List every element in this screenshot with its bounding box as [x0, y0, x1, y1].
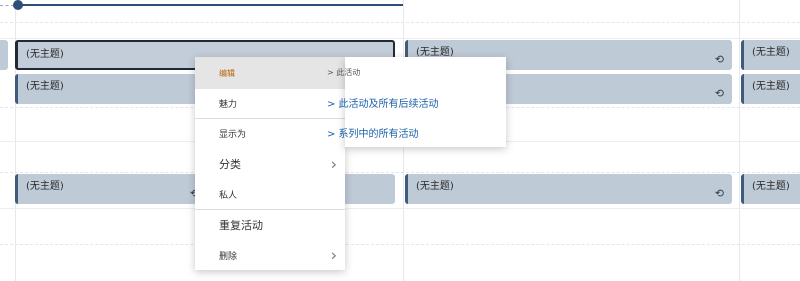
- menu-item-label: 私人: [219, 190, 238, 201]
- chevron-right-icon: ›: [330, 245, 337, 265]
- repeat-icon: ⟲: [714, 87, 724, 100]
- menu-item-edit[interactable]: 编辑: [195, 57, 345, 89]
- menu-item-charm[interactable]: 魅力: [195, 89, 345, 118]
- submenu-item-all-in-series[interactable]: > 系列中的所有活动: [327, 117, 506, 147]
- event-title: (无主题): [752, 81, 790, 92]
- calendar-event[interactable]: (无主题): [741, 174, 800, 204]
- submenu-item-this-and-following[interactable]: > 此活动及所有后续活动: [327, 87, 506, 117]
- calendar-event[interactable]: (无主题) ⟲: [405, 174, 732, 204]
- event-title: (无主题): [752, 181, 790, 192]
- half-hour-line: [0, 22, 800, 23]
- repeat-icon: ⟲: [714, 53, 724, 66]
- menu-item-label: 编辑: [219, 68, 235, 78]
- calendar-event[interactable]: (无主题): [741, 40, 800, 70]
- current-time-dot: [13, 0, 23, 10]
- half-hour-line: [0, 172, 800, 173]
- menu-item-repeat[interactable]: 重复活动: [195, 210, 345, 240]
- menu-item-label: 魅力: [219, 100, 238, 110]
- menu-item-label: 分类: [219, 158, 241, 171]
- current-time-dashes: [0, 5, 14, 6]
- calendar-event-fragment[interactable]: [0, 40, 8, 70]
- menu-item-label: 删除: [219, 251, 238, 262]
- repeat-icon: ⟲: [714, 187, 724, 200]
- calendar-event[interactable]: (无主题): [741, 74, 800, 104]
- current-time-line: [18, 4, 403, 6]
- submenu-item-label: > 系列中的所有活动: [327, 128, 419, 140]
- menu-item-label: 重复活动: [219, 219, 263, 232]
- menu-item-show-as[interactable]: 显示为: [195, 119, 345, 148]
- menu-item-delete[interactable]: 删除 ›: [195, 240, 345, 270]
- event-title: (无主题): [416, 181, 454, 192]
- event-title: (无主题): [752, 47, 790, 58]
- submenu-item-this-event[interactable]: > 此活动: [327, 57, 506, 87]
- half-hour-line: [0, 244, 800, 245]
- submenu-item-label: > 此活动及所有后续活动: [327, 98, 439, 110]
- menu-item-private[interactable]: 私人: [195, 180, 345, 208]
- context-menu: 编辑 魅力 显示为 分类 › 私人 重复活动 删除 ›: [195, 57, 345, 270]
- chevron-right-icon: ›: [330, 154, 337, 174]
- hour-line: [0, 38, 800, 39]
- hour-line: [0, 208, 800, 209]
- menu-item-categorize[interactable]: 分类 ›: [195, 148, 345, 180]
- submenu-item-label: > 此活动: [327, 67, 361, 77]
- edit-submenu: > 此活动 > 此活动及所有后续活动 > 系列中的所有活动: [327, 57, 506, 147]
- event-title: (无主题): [416, 47, 454, 58]
- menu-item-label: 显示为: [219, 130, 247, 140]
